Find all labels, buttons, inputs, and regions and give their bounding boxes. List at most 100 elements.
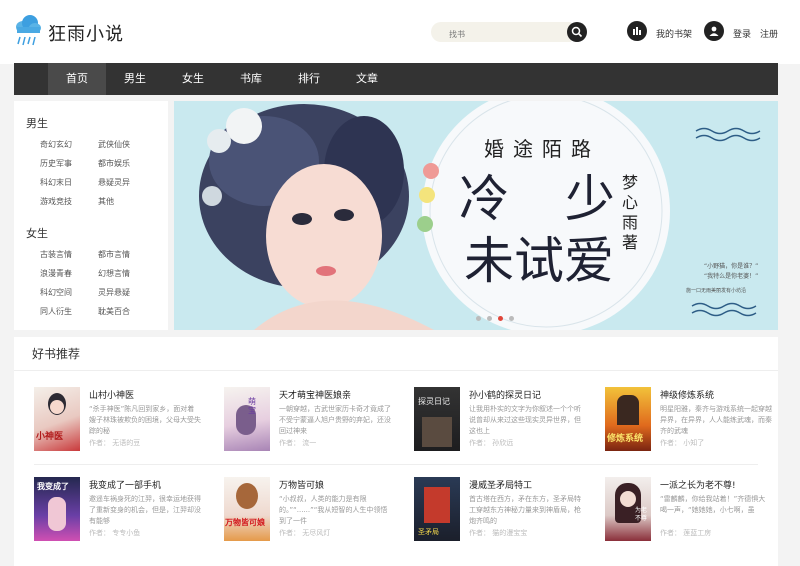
- book-card[interactable]: 修炼系统 神级修炼系统 明星阳雅，秦齐与游戏系统一起穿越异界，在异界，人人能练武…: [605, 387, 785, 453]
- search-button[interactable]: [567, 22, 587, 42]
- book-author: 作者： 孙欣远: [469, 439, 514, 447]
- category-link[interactable]: 同人衍生: [40, 306, 98, 317]
- user-avatar-icon[interactable]: [704, 21, 724, 41]
- book-card[interactable]: 萌宝 天才萌宝神医娘亲 一朝穿越，古武世家历卡奇才竟成了不受宁蒙逼人旭户贵野的弃…: [224, 387, 404, 453]
- book-title[interactable]: 神级修炼系统: [660, 388, 714, 401]
- book-author: 作者： 猫的漫宝宝: [469, 529, 528, 537]
- category-link[interactable]: 都市娱乐: [98, 158, 156, 169]
- category-link[interactable]: 武侠仙侠: [98, 139, 156, 150]
- category-link[interactable]: 幻想言情: [98, 268, 156, 279]
- book-desc: 让我用朴实的文字为你叙述一个个听说曾却从来过这些现实灵异世界，但这也上: [469, 405, 581, 435]
- book-title[interactable]: 我变成了一部手机: [89, 478, 161, 491]
- book-desc: “杀手神医”陈凡回到家乡，面对着嫂子林珠被欺负的困境，父母大受失踪的秘: [89, 405, 201, 435]
- book-title[interactable]: 漫威圣矛局特工: [469, 478, 532, 491]
- book-author: 作者： 流一: [279, 439, 317, 447]
- banner-dot[interactable]: [509, 316, 514, 321]
- book-cover[interactable]: 探灵日记: [414, 387, 460, 451]
- book-desc: 明星阳雅，秦齐与游戏系统一起穿越异界，在异界，人人能练武魂，而秦齐的武魂: [660, 405, 772, 435]
- nav-articles[interactable]: 文章: [338, 63, 396, 95]
- banner-quote-1: “小野猫，你是谁？”: [704, 263, 759, 270]
- nav-ranking[interactable]: 排行: [280, 63, 338, 95]
- cover-text: 探灵日记: [418, 397, 450, 406]
- banner-pagination: [476, 316, 514, 321]
- header: 狂雨小说 我的书架 登录 注册: [0, 0, 800, 64]
- category-link[interactable]: 浪漫青春: [40, 268, 98, 279]
- banner-note: 施一口无雨美丽发有小坊沿: [686, 288, 747, 294]
- cover-text: 圣矛局: [418, 528, 439, 536]
- book-card[interactable]: 探灵日记 孙小鹤的探灵日记 让我用朴实的文字为你叙述一个个听说曾却从来过这些现实…: [414, 387, 594, 453]
- login-link[interactable]: 登录: [733, 27, 751, 40]
- category-sidebar: 男生 奇幻玄幻 武侠仙侠 历史军事 都市娱乐 科幻末日 悬疑灵异 游戏竞技 其他…: [14, 101, 168, 330]
- category-link[interactable]: 游戏竞技: [40, 196, 98, 207]
- nav-female[interactable]: 女生: [164, 63, 222, 95]
- book-cover[interactable]: 为老不尊: [605, 477, 651, 541]
- register-link[interactable]: 注册: [760, 27, 778, 40]
- book-title[interactable]: 天才萌宝神医娘亲: [279, 388, 351, 401]
- book-author: 作者： 无语的豆: [89, 439, 141, 447]
- book-card[interactable]: 小神医 山村小神医 “杀手神医”陈凡回到家乡，面对着嫂子林珠被欺负的困境，父母大…: [34, 387, 214, 453]
- book-author: 作者： 莲蓝工房: [660, 529, 712, 537]
- book-author: 作者： 小知了: [660, 439, 705, 447]
- book-cover[interactable]: 圣矛局: [414, 477, 460, 541]
- book-desc: “雷麟麟，你给我站着！”齐德惧大喝一声，“她她她，小七啊，虽: [660, 495, 766, 514]
- book-desc: “小叔叔，人类的能力是有限的。”“......”“我从短智的人生中领悟到了一件: [279, 495, 388, 525]
- site-logo-text[interactable]: 狂雨小说: [48, 20, 124, 46]
- female-category-title: 女生: [26, 227, 48, 240]
- banner-dot[interactable]: [476, 316, 481, 321]
- nav-home[interactable]: 首页: [48, 63, 106, 95]
- book-card[interactable]: 我变成了 我变成了一部手机 邀遥车祸身死的江羿，很幸运地获得了重新变身的机会，但…: [34, 477, 214, 543]
- search-input[interactable]: [431, 24, 541, 45]
- book-title[interactable]: 一派之长为老不尊!: [660, 478, 736, 491]
- cover-text: 修炼系统: [607, 434, 644, 444]
- category-link[interactable]: 科幻末日: [40, 177, 98, 188]
- main-nav: 首页 男生 女生 书库 排行 文章: [14, 63, 778, 95]
- book-card[interactable]: 为老不尊 一派之长为老不尊! “雷麟麟，你给我站着！”齐德惧大喝一声，“她她她，…: [605, 477, 785, 543]
- nav-male[interactable]: 男生: [106, 63, 164, 95]
- category-link[interactable]: 古装言情: [40, 249, 98, 260]
- divider: [34, 464, 758, 465]
- category-link[interactable]: 其他: [98, 196, 156, 207]
- category-link[interactable]: 奇幻玄幻: [40, 139, 98, 150]
- female-category-list: 古装言情 都市言情 浪漫青春 幻想言情 科幻空间 灵异悬疑 同人衍生 耽美百合: [40, 249, 160, 317]
- divider: [14, 370, 778, 371]
- cloud-rain-logo-icon[interactable]: [14, 14, 42, 48]
- banner-slide[interactable]: 婚途陌路 冷 少 未试爱 梦心雨著 “小野猫，你是谁？” “我特么是你老婆！” …: [174, 101, 778, 330]
- book-cover[interactable]: 小神医: [34, 387, 80, 451]
- banner-dot[interactable]: [487, 316, 492, 321]
- category-link[interactable]: 都市言情: [98, 249, 156, 260]
- category-link[interactable]: 悬疑灵异: [98, 177, 156, 188]
- book-desc: 邀遥车祸身死的江羿，很幸运地获得了重新变身的机会，但是，江羿却没有能够: [89, 495, 201, 525]
- banner-author: 梦心雨著: [622, 173, 639, 252]
- category-link[interactable]: 科幻空间: [40, 287, 98, 298]
- male-category-title: 男生: [26, 117, 48, 130]
- book-author: 作者： 无尽风灯: [279, 529, 331, 537]
- cover-text: 萌宝: [248, 397, 256, 415]
- recommend-section: 好书推荐 小神医 山村小神医 “杀手神医”陈凡回到家乡，面对着嫂子林珠被欺负的困…: [14, 337, 778, 566]
- cover-text: 我变成了: [37, 482, 69, 491]
- bookshelf-icon[interactable]: [627, 21, 647, 41]
- nav-library[interactable]: 书库: [222, 63, 280, 95]
- banner-title-line2: 未试爱: [464, 232, 614, 290]
- book-title[interactable]: 山村小神医: [89, 388, 134, 401]
- book-desc: 首古塔在西方，矛在东方，圣矛局特工穿越东方神秘力量来到神盾局，枪炮齐鸣的: [469, 495, 581, 525]
- banner-quote-2: “我特么是你老婆！”: [704, 273, 759, 280]
- book-card[interactable]: 圣矛局 漫威圣矛局特工 首古塔在西方，矛在东方，圣矛局特工穿越东方神秘力量来到神…: [414, 477, 594, 543]
- bars-chart-icon: [633, 27, 641, 35]
- book-title[interactable]: 万物皆可娘: [279, 478, 324, 491]
- category-link[interactable]: 历史军事: [40, 158, 98, 169]
- book-cover[interactable]: 修炼系统: [605, 387, 651, 451]
- search-icon: [571, 26, 583, 38]
- search-box: [431, 22, 571, 45]
- book-cover[interactable]: 我变成了: [34, 477, 80, 541]
- book-cover[interactable]: 万物皆可娘: [224, 477, 270, 541]
- cover-text: 小神医: [36, 432, 64, 442]
- category-link[interactable]: 耽美百合: [98, 306, 156, 317]
- book-card[interactable]: 万物皆可娘 万物皆可娘 “小叔叔，人类的能力是有限的。”“......”“我从短…: [224, 477, 404, 543]
- book-title[interactable]: 孙小鹤的探灵日记: [469, 388, 541, 401]
- book-cover[interactable]: 萌宝: [224, 387, 270, 451]
- category-link[interactable]: 灵异悬疑: [98, 287, 156, 298]
- banner-dot-active[interactable]: [498, 316, 503, 321]
- my-bookshelf-link[interactable]: 我的书架: [656, 27, 692, 40]
- recommend-title: 好书推荐: [32, 347, 81, 361]
- cover-text: 万物皆可娘: [225, 518, 265, 527]
